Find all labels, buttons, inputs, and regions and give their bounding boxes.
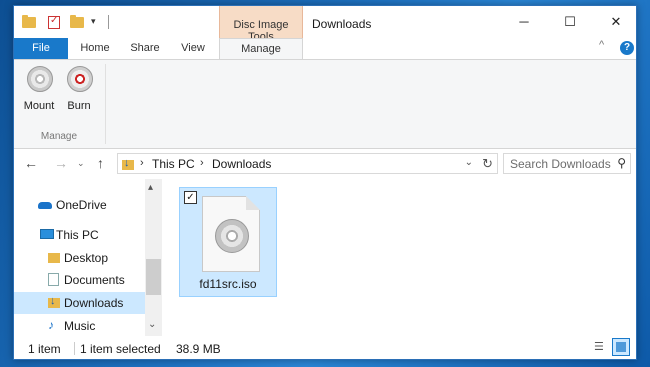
item-count: 1 item <box>28 342 61 356</box>
nav-item-onedrive[interactable]: OneDrive <box>14 194 145 216</box>
ribbon-collapse-button[interactable]: ^ <box>599 39 604 51</box>
tab-share[interactable]: Share <box>122 38 168 59</box>
nav-item-label: This PC <box>56 228 99 242</box>
nav-item-label: Music <box>64 319 96 333</box>
quick-access-folder-icon[interactable] <box>22 15 36 29</box>
folder-icon <box>48 253 60 263</box>
computer-icon <box>40 229 54 239</box>
nav-item-label: Documents <box>64 273 125 287</box>
maximize-button[interactable]: ☐ <box>547 6 593 38</box>
scrollbar-thumb[interactable] <box>146 259 161 295</box>
up-button[interactable]: ↑ <box>97 155 104 171</box>
tab-home[interactable]: Home <box>69 38 121 59</box>
status-bar: 1 item 1 item selected 38.9 MB ☰ <box>14 336 636 359</box>
folder-icon <box>22 15 36 28</box>
breadcrumb-this-pc[interactable]: This PC <box>152 157 195 171</box>
selection-status: 1 item selected <box>80 342 161 356</box>
details-view-icon[interactable]: ☰ <box>594 340 608 354</box>
back-button[interactable]: ← <box>24 155 38 171</box>
ribbon-tabs: File Home Share View Manage <box>14 38 636 60</box>
search-box[interactable]: Search Downloads ⚲ <box>503 153 631 174</box>
help-button[interactable]: ? <box>620 41 634 55</box>
navigation-bar: ← → ⌄ ↑ › This PC › Downloads ⌄ ↻ Search… <box>14 149 636 179</box>
status-divider <box>74 342 75 355</box>
recent-locations-button[interactable]: ⌄ <box>77 158 85 169</box>
burn-button[interactable]: Burn <box>59 64 99 120</box>
music-icon: ♪ <box>48 318 54 332</box>
downloads-icon <box>48 295 60 308</box>
cloud-icon <box>38 202 52 209</box>
mount-button[interactable]: Mount <box>19 64 59 120</box>
refresh-button[interactable]: ↻ <box>482 156 493 172</box>
file-list: ✓ fd11src.iso <box>162 179 636 336</box>
downloads-folder-icon <box>122 157 134 170</box>
address-dropdown-button[interactable]: ⌄ <box>465 157 473 168</box>
documents-icon <box>48 273 59 286</box>
breadcrumb-separator[interactable]: › <box>140 157 144 169</box>
nav-item-downloads[interactable]: Downloads <box>14 292 145 314</box>
selection-size: 38.9 MB <box>176 342 221 356</box>
close-button[interactable]: ✕ <box>593 6 636 38</box>
breadcrumb-separator[interactable]: › <box>200 157 204 169</box>
ribbon-panel: Mount Burn Manage <box>14 59 636 149</box>
address-bar[interactable]: › This PC › Downloads ⌄ ↻ <box>117 153 498 174</box>
nav-item-label: OneDrive <box>56 198 107 212</box>
search-placeholder[interactable]: Search Downloads <box>510 157 611 171</box>
burn-label: Burn <box>67 100 91 112</box>
customize-quick-access-dropdown[interactable]: ▾ <box>91 16 101 30</box>
minimize-button[interactable]: ─ <box>501 6 547 38</box>
disc-icon <box>215 219 249 253</box>
forward-button[interactable]: → <box>54 155 68 171</box>
disc-mount-icon <box>27 66 53 92</box>
nav-item-this-pc[interactable]: This PC <box>14 224 145 246</box>
scroll-up-button[interactable]: ▴ <box>148 182 153 193</box>
breadcrumb-downloads[interactable]: Downloads <box>212 157 271 171</box>
navigation-pane-scrollbar[interactable]: ▴ ⌄ <box>145 179 162 336</box>
item-checkbox[interactable]: ✓ <box>184 191 197 204</box>
tab-view[interactable]: View <box>170 38 216 59</box>
new-folder-icon[interactable] <box>70 15 84 29</box>
nav-item-desktop[interactable]: Desktop <box>14 247 145 269</box>
window-title: Downloads <box>312 17 372 31</box>
properties-icon[interactable] <box>48 15 60 29</box>
nav-item-music[interactable]: ♪ Music <box>14 315 145 337</box>
disc-burn-icon <box>67 66 93 92</box>
tab-manage[interactable]: Manage <box>219 38 303 60</box>
disc-image-file-icon <box>202 196 260 272</box>
ribbon-group-label: Manage <box>40 131 78 142</box>
search-icon[interactable]: ⚲ <box>617 156 626 170</box>
title-bar: ▾ Disc Image Tools Downloads ─ ☐ ✕ <box>14 6 636 58</box>
file-name: fd11src.iso <box>199 277 257 291</box>
mount-label: Mount <box>23 100 55 112</box>
large-icons-view-icon[interactable] <box>612 338 630 356</box>
toolbar-divider <box>108 15 109 29</box>
explorer-window: ▾ Disc Image Tools Downloads ─ ☐ ✕ File … <box>13 5 637 360</box>
nav-item-label: Desktop <box>64 251 109 265</box>
nav-item-label: Downloads <box>64 296 124 310</box>
navigation-pane: OneDrive This PC Desktop Documents Downl… <box>14 179 162 336</box>
scroll-down-button[interactable]: ⌄ <box>148 319 156 330</box>
file-item[interactable]: ✓ fd11src.iso <box>179 187 277 297</box>
tab-file[interactable]: File <box>14 38 68 59</box>
ribbon-group-divider <box>105 64 106 144</box>
folder-icon <box>70 15 84 28</box>
nav-item-documents[interactable]: Documents <box>14 269 145 291</box>
